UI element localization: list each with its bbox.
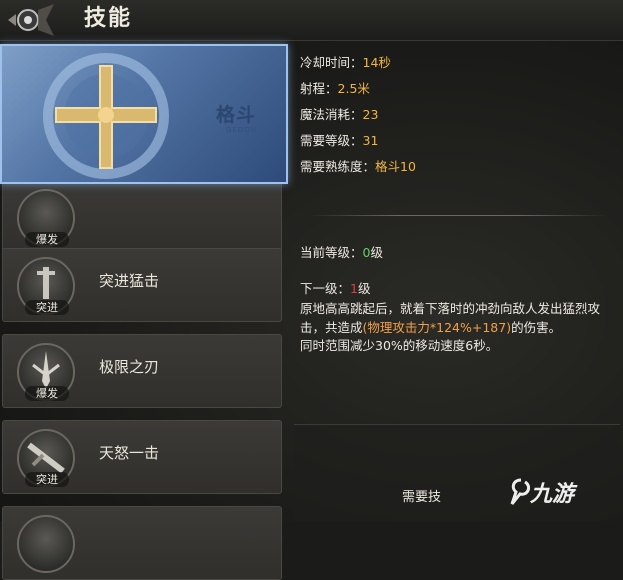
skill-card[interactable] <box>2 506 282 580</box>
skill-card[interactable]: 爆发 <box>2 180 282 254</box>
skill-description: 原地高高跳起后，就着下落时的冲劲向敌人发出猛烈攻击，共造成(物理攻击力*124%… <box>300 300 620 356</box>
skill-icon <box>17 515 75 573</box>
selected-skill-card[interactable]: 格斗 GEDOU <box>0 44 288 184</box>
cooldown-row: 冷却时间：14秒 <box>300 54 391 72</box>
current-level-unit: 级 <box>370 245 383 260</box>
skill-name: 突进猛击 <box>99 272 160 290</box>
cooldown-value: 14秒 <box>362 55 391 70</box>
skill-card-dash-strike[interactable]: 突进 突进猛击 <box>2 248 282 322</box>
page-title: 技能 <box>84 6 133 31</box>
skill-type-badge: 爆发 <box>25 232 69 247</box>
next-level-label: 下一级： <box>300 281 351 296</box>
cooldown-label: 冷却时间： <box>300 55 363 70</box>
selected-skill-name: 格斗 <box>216 104 257 126</box>
damage-formula: (物理攻击力*124%+187) <box>362 319 512 335</box>
current-level-label: 当前等级： <box>300 245 363 260</box>
divider <box>308 215 608 216</box>
mana-row: 魔法消耗：23 <box>300 106 378 124</box>
skill-type-badge: 突进 <box>25 300 69 315</box>
skill-name: 天怒一击 <box>99 444 160 462</box>
description-text-end: 的伤害。 <box>511 319 562 335</box>
skill-type-badge: 爆发 <box>25 386 69 401</box>
watermark-text: 九游 <box>530 482 575 507</box>
header-bar: 技能 <box>0 0 623 41</box>
mastery-row: 需要熟练度：格斗10 <box>300 158 416 176</box>
skill-type-badge: 突进 <box>25 472 69 487</box>
range-label: 射程： <box>300 81 338 96</box>
require-skill-button[interactable]: 需要技 <box>402 486 441 505</box>
next-level-unit: 级 <box>357 281 371 296</box>
mana-label: 魔法消耗： <box>300 107 363 122</box>
mastery-value: 格斗10 <box>375 159 416 174</box>
skill-name: 极限之刃 <box>99 358 160 376</box>
description-line-2: 同时范围减少30%的移动速度6秒。 <box>300 338 499 353</box>
emblem-icon <box>8 4 54 36</box>
skill-detail-panel: 冷却时间：14秒 射程：2.5米 魔法消耗：23 需要等级：31 需要熟练度：格… <box>290 40 623 522</box>
range-value: 2.5米 <box>337 81 370 96</box>
level-req-value: 31 <box>362 133 379 148</box>
current-level-row: 当前等级：0级 <box>300 244 383 262</box>
skill-card-limit-blade[interactable]: 爆发 极限之刃 <box>2 334 282 408</box>
level-req-label: 需要等级： <box>300 133 363 148</box>
selected-skill-emblem-icon <box>43 53 169 179</box>
mana-value: 23 <box>362 107 379 122</box>
next-level-value: 1 <box>350 281 358 296</box>
next-level-row: 下一级：1级 <box>300 280 370 298</box>
skill-card-sky-strike[interactable]: 突进 天怒一击 <box>2 420 282 494</box>
level-req-row: 需要等级：31 <box>300 132 378 150</box>
mastery-label: 需要熟练度： <box>300 159 376 174</box>
range-row: 射程：2.5米 <box>300 80 370 98</box>
selected-skill-subtitle: GEDOU <box>226 126 257 134</box>
